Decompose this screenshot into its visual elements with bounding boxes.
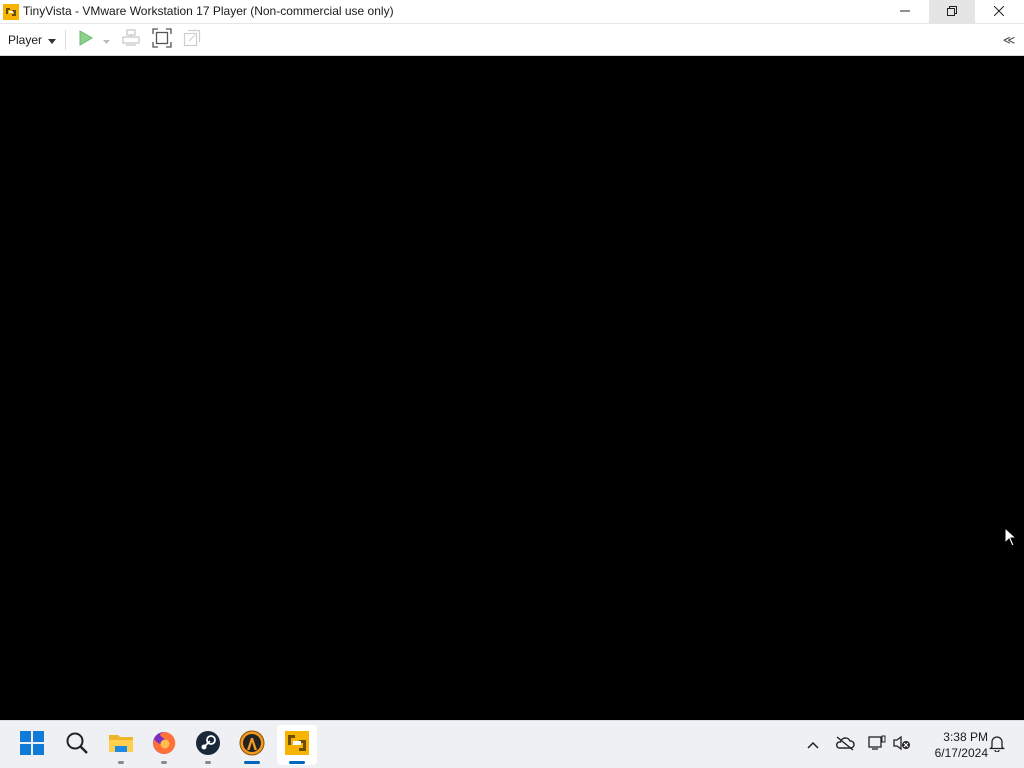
minimize-button[interactable] xyxy=(882,0,928,24)
running-indicator xyxy=(205,761,211,764)
taskbar-steam[interactable] xyxy=(188,725,228,765)
taskbar-vmware-player[interactable] xyxy=(277,725,317,765)
player-menu-button[interactable]: Player xyxy=(4,29,60,51)
taskbar-firefox[interactable] xyxy=(144,725,184,765)
clock-button[interactable]: 3:38 PM 6/17/2024 xyxy=(916,729,988,761)
onedrive-button[interactable] xyxy=(835,735,855,755)
active-indicator xyxy=(289,761,305,764)
start-button[interactable] xyxy=(12,725,52,765)
windows-start-icon xyxy=(20,730,44,760)
taskbar-half-life[interactable] xyxy=(232,725,272,765)
firefox-icon xyxy=(151,730,177,761)
display-button[interactable] xyxy=(867,735,887,755)
collapse-toolbar-button[interactable]: ≪ xyxy=(998,29,1020,51)
full-screen-button[interactable] xyxy=(151,27,173,53)
play-icon xyxy=(79,29,93,51)
show-hidden-icons-button[interactable] xyxy=(803,735,823,755)
close-button[interactable] xyxy=(976,0,1022,24)
player-menu-label: Player xyxy=(8,33,43,47)
chevron-up-icon xyxy=(807,736,819,754)
power-dropdown-button[interactable] xyxy=(100,29,112,51)
clock-date: 6/17/2024 xyxy=(934,746,988,760)
vm-display[interactable] xyxy=(0,56,1024,720)
search-button[interactable] xyxy=(57,725,97,765)
vmware-logo-icon xyxy=(3,4,19,20)
vmware-player-window: TinyVista - VMware Workstation 17 Player… xyxy=(0,0,1024,720)
taskbar: 3:38 PM 6/17/2024 xyxy=(0,720,1024,768)
running-indicator xyxy=(244,761,260,764)
toolbar-separator xyxy=(65,30,66,50)
ctrl-alt-del-icon xyxy=(122,28,140,52)
window-title: TinyVista - VMware Workstation 17 Player… xyxy=(23,4,394,18)
chevron-down-icon xyxy=(48,33,57,47)
restore-icon xyxy=(947,3,957,21)
close-icon xyxy=(993,3,1005,21)
chevron-down-icon xyxy=(102,31,110,49)
mouse-cursor-icon xyxy=(1004,526,1018,547)
running-indicator xyxy=(118,761,124,764)
onedrive-offline-icon xyxy=(835,735,855,756)
send-ctrl-alt-del-button[interactable] xyxy=(120,28,142,52)
fullscreen-icon xyxy=(152,27,172,53)
notifications-button[interactable] xyxy=(987,735,1007,755)
unity-icon xyxy=(183,29,201,52)
running-indicator xyxy=(161,761,167,764)
minimize-icon xyxy=(900,3,910,21)
toolbar: Player ≪ xyxy=(0,24,1024,56)
restore-button[interactable] xyxy=(929,0,975,24)
unity-button[interactable] xyxy=(181,29,203,51)
search-icon xyxy=(65,731,89,760)
network-sound-muted-icon xyxy=(893,735,911,756)
display-icon xyxy=(868,735,886,756)
vmware-icon xyxy=(284,730,310,761)
folder-icon xyxy=(108,732,134,759)
clock-time: 3:38 PM xyxy=(943,730,988,744)
power-on-button[interactable] xyxy=(76,29,96,51)
half-life-icon xyxy=(239,730,265,761)
taskbar-file-explorer[interactable] xyxy=(101,725,141,765)
steam-icon xyxy=(195,730,221,761)
bell-icon xyxy=(988,734,1006,757)
title-bar[interactable]: TinyVista - VMware Workstation 17 Player… xyxy=(0,0,1024,24)
network-sound-button[interactable] xyxy=(892,735,912,755)
